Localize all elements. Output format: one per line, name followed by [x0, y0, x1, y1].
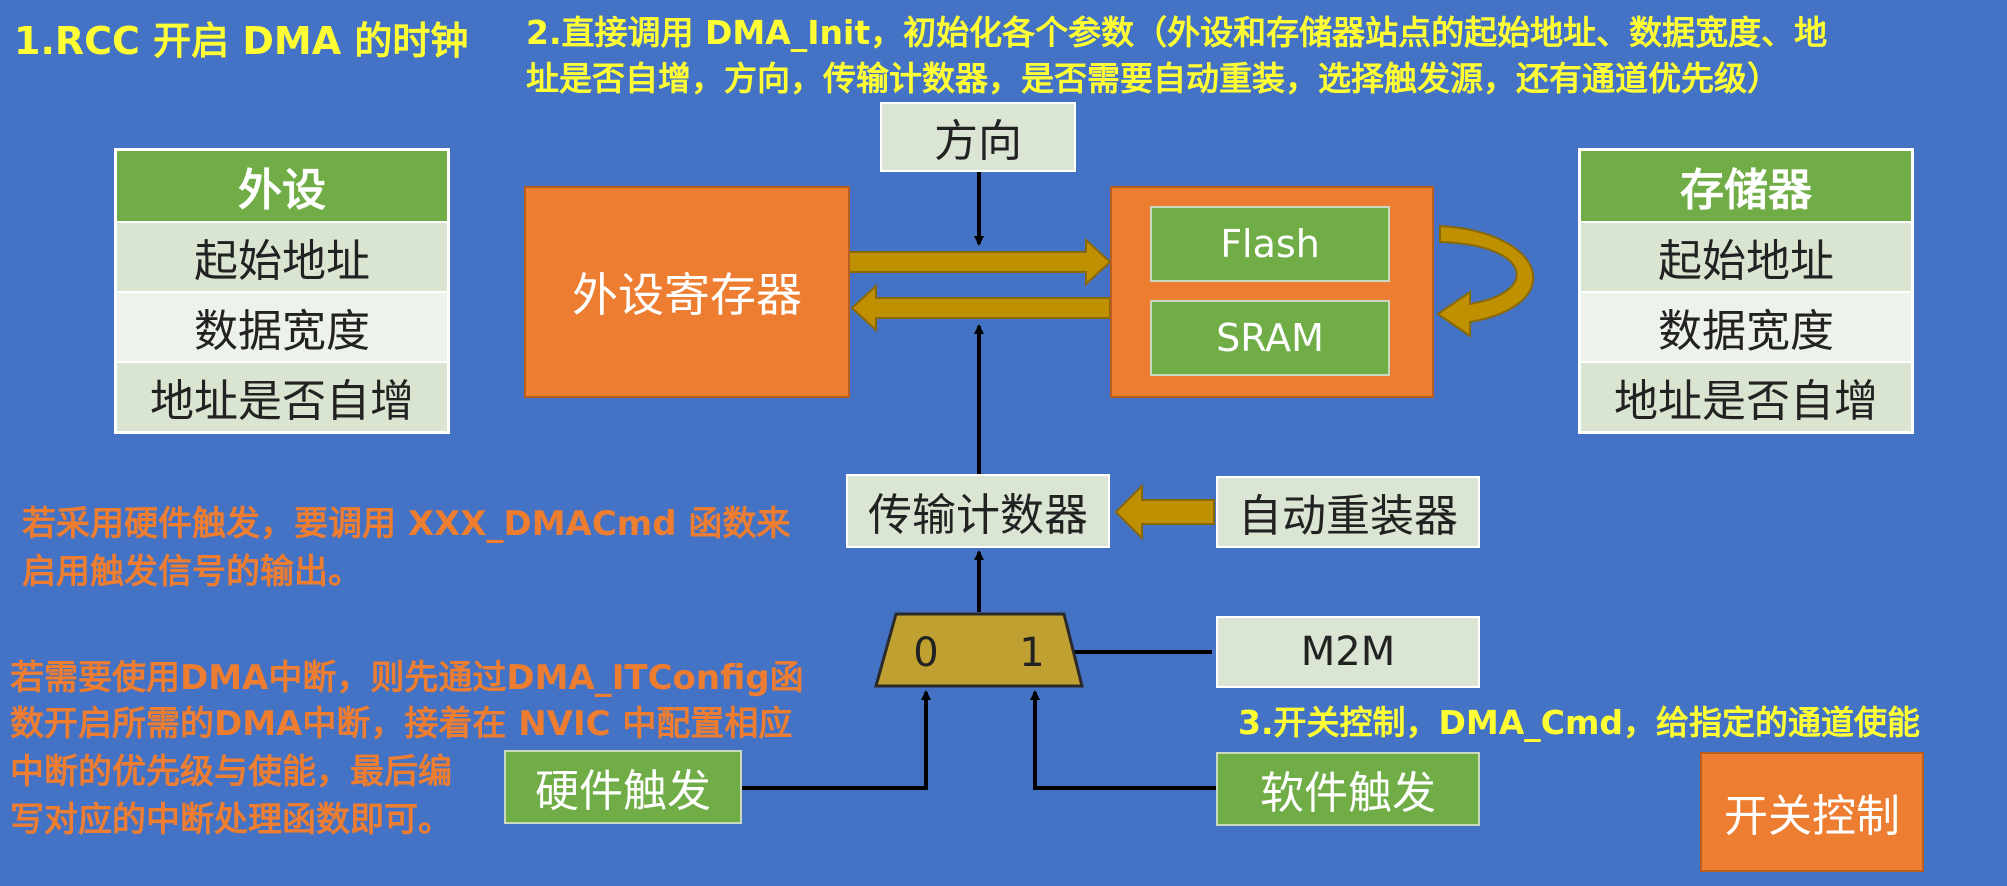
multiplexer: [874, 612, 1084, 688]
sram-box: SRAM: [1150, 300, 1390, 376]
memory-table: 存储器 起始地址 数据宽度 地址是否自增: [1578, 148, 1914, 434]
flash-box: Flash: [1150, 206, 1390, 282]
hw-trigger-note-line1: 若采用硬件触发，要调用 XXX_DMACmd 函数来: [22, 504, 791, 544]
irq-note-line4: 写对应的中断处理函数即可。: [10, 800, 452, 840]
hw-trigger-note-line2: 启用触发信号的输出。: [22, 552, 362, 592]
reload-block-arrow: [1114, 483, 1215, 541]
step2-note-line2: 址是否自增，方向，传输计数器，是否需要自动重装，选择触发源，还有通道优先级）: [526, 59, 1780, 98]
memory-loop-arrow: [1436, 224, 1535, 338]
peripheral-table: 外设 起始地址 数据宽度 地址是否自增: [114, 148, 450, 434]
right-block-arrow: [848, 237, 1112, 287]
switch-control-box: 开关控制: [1700, 752, 1924, 872]
peripheral-table-title: 外设: [117, 151, 447, 221]
mux-input-1: 1: [1019, 630, 1044, 676]
memory-data-width: 数据宽度: [1581, 291, 1911, 361]
peripheral-start-address: 起始地址: [117, 221, 447, 291]
step3-note: 3.开关控制，DMA_Cmd，给指定的通道使能: [1238, 703, 1920, 742]
irq-note-line1: 若需要使用DMA中断，则先通过DMA_ITConfig函: [10, 658, 804, 698]
irq-note-line3: 中断的优先级与使能，最后编: [10, 752, 452, 792]
irq-note-line2: 数开启所需的DMA中断，接着在 NVIC 中配置相应: [10, 704, 793, 744]
peripheral-data-width: 数据宽度: [117, 291, 447, 361]
sw-trigger-line: [1030, 690, 1216, 790]
transfer-counter-box: 传输计数器: [846, 474, 1110, 548]
software-trigger-box: 软件触发: [1216, 752, 1480, 826]
hardware-trigger-box: 硬件触发: [504, 750, 742, 824]
left-block-arrow: [850, 283, 1111, 333]
direction-box: 方向: [880, 102, 1076, 172]
auto-reload-box: 自动重装器: [1216, 476, 1480, 548]
peripheral-address-increment: 地址是否自增: [117, 361, 447, 431]
peripheral-register-box: 外设寄存器: [524, 186, 850, 398]
mux-input-0: 0: [913, 630, 938, 676]
m2m-box: M2M: [1216, 616, 1480, 688]
memory-start-address: 起始地址: [1581, 221, 1911, 291]
step1-note: 1.RCC 开启 DMA 的时钟: [14, 19, 469, 63]
memory-address-increment: 地址是否自增: [1581, 361, 1911, 431]
memory-table-title: 存储器: [1581, 151, 1911, 221]
step2-note-line1: 2.直接调用 DMA_Init，初始化各个参数（外设和存储器站点的起始地址、数据…: [526, 13, 1828, 52]
